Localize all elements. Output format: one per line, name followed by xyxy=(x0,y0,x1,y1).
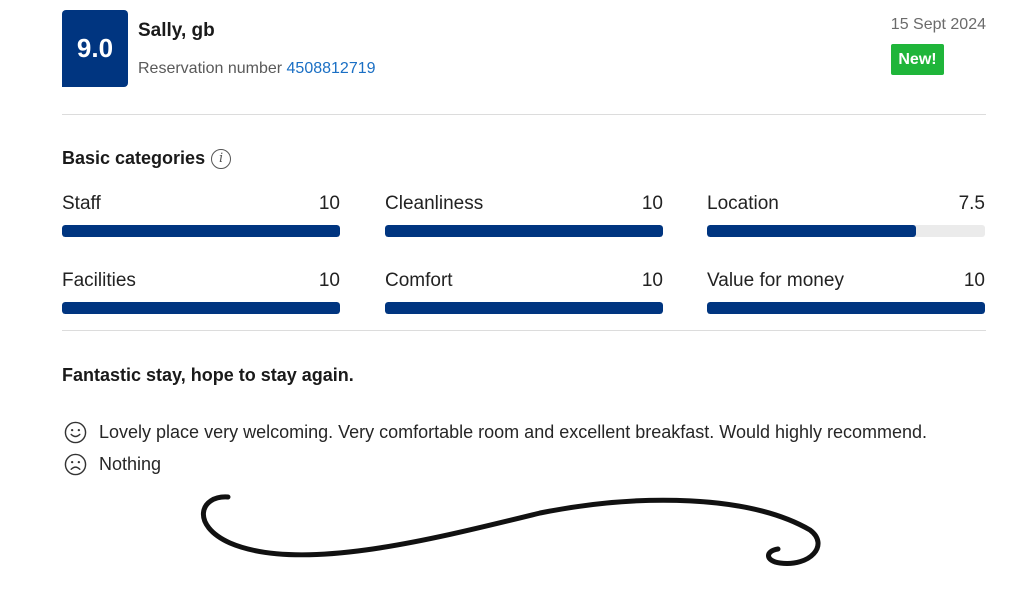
category-bar xyxy=(707,302,985,314)
category-score: 10 xyxy=(318,270,340,291)
categories-divider xyxy=(62,330,986,331)
category-label: Comfort xyxy=(385,270,453,291)
reservation-number-link[interactable]: 4508812719 xyxy=(287,60,376,77)
category-label: Facilities xyxy=(62,270,136,291)
reservation-label: Reservation number xyxy=(138,60,283,77)
negative-comment-text: Nothing xyxy=(99,454,162,474)
category-value-for-money: Value for money 10 xyxy=(707,270,985,314)
category-score: 10 xyxy=(641,270,663,291)
positive-comment: Lovely place very welcoming. Very comfor… xyxy=(64,421,927,444)
category-label: Cleanliness xyxy=(385,193,484,214)
review-title: Fantastic stay, hope to stay again. xyxy=(62,365,354,385)
category-score: 10 xyxy=(963,270,985,291)
category-bar-fill xyxy=(62,225,340,237)
category-label: Location xyxy=(707,193,779,214)
category-score: 7.5 xyxy=(958,193,985,214)
category-bar-fill xyxy=(385,225,663,237)
category-bar-fill xyxy=(707,302,985,314)
smiley-face-icon xyxy=(64,421,87,444)
category-bar-fill xyxy=(707,225,916,237)
category-bar xyxy=(385,302,663,314)
category-comfort: Comfort 10 xyxy=(385,270,663,314)
category-bar xyxy=(707,225,985,237)
category-cleanliness: Cleanliness 10 xyxy=(385,193,663,237)
category-label: Staff xyxy=(62,193,101,214)
category-label: Value for money xyxy=(707,270,844,291)
category-bar xyxy=(62,302,340,314)
new-badge: New! xyxy=(891,44,944,75)
categories-title: Basic categories xyxy=(62,148,206,168)
reservation-info: Reservation number 4508812719 xyxy=(138,60,376,78)
category-location: Location 7.5 xyxy=(707,193,985,237)
review-score: 9.0 xyxy=(76,33,114,63)
category-bar xyxy=(385,225,663,237)
category-score: 10 xyxy=(318,193,340,214)
reviewer-name: Sally, gb xyxy=(138,20,215,41)
review-date: 15 Sept 2024 xyxy=(890,16,986,33)
review-score-badge: 9.0 xyxy=(62,10,128,87)
negative-comment: Nothing xyxy=(64,453,161,476)
sad-face-icon xyxy=(64,453,87,476)
decorative-swirl xyxy=(200,494,821,566)
category-bar xyxy=(62,225,340,237)
category-staff: Staff 10 xyxy=(62,193,340,237)
header-divider xyxy=(62,114,986,115)
category-score: 10 xyxy=(641,193,663,214)
category-bar-fill xyxy=(385,302,663,314)
info-icon[interactable]: i xyxy=(211,148,232,169)
positive-comment-text: Lovely place very welcoming. Very comfor… xyxy=(99,422,928,442)
categories-section-title: Basic categories i xyxy=(62,148,232,169)
category-facilities: Facilities 10 xyxy=(62,270,340,314)
category-bar-fill xyxy=(62,302,340,314)
